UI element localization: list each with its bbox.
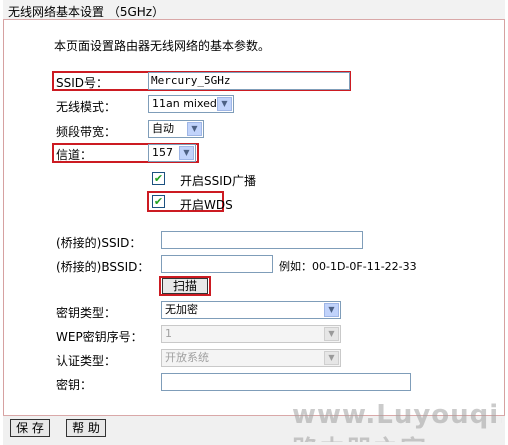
auth-type-select[interactable]: 开放系统 ▼ [161, 349, 341, 367]
chevron-down-icon: ▼ [324, 351, 339, 365]
bandwidth-label: 频段带宽： [56, 125, 117, 139]
bandwidth-value: 自动 [152, 122, 174, 135]
wep-index-select[interactable]: 1 ▼ [161, 325, 341, 343]
wep-index-label: WEP密钥序号： [56, 330, 143, 344]
help-button[interactable]: 帮 助 [66, 419, 106, 437]
bridge-ssid-input[interactable] [161, 231, 363, 249]
wds-label: 开启WDS [180, 198, 233, 212]
channel-label: 信道： [56, 148, 93, 162]
wds-checkbox[interactable]: ✔ [152, 195, 165, 208]
page-title: 无线网络基本设置 （5GHz） [8, 5, 165, 19]
chevron-down-icon: ▼ [217, 97, 232, 111]
bridge-bssid-input[interactable] [161, 255, 273, 273]
ssid-broadcast-label: 开启SSID广播 [180, 174, 257, 188]
title-bar: 无线网络基本设置 （5GHz） [3, 0, 505, 20]
key-input[interactable] [161, 373, 411, 391]
key-label: 密钥： [56, 378, 93, 392]
scan-button[interactable]: 扫描 [162, 278, 208, 294]
mode-select[interactable]: 11an mixed ▼ [148, 95, 234, 113]
channel-select[interactable]: 157 ▼ [148, 144, 196, 162]
bridge-bssid-label: (桥接的)BSSID： [56, 260, 150, 274]
chevron-down-icon: ▼ [179, 146, 194, 160]
ssid-broadcast-checkbox[interactable]: ✔ [152, 172, 165, 185]
auth-type-label: 认证类型： [56, 354, 117, 368]
bssid-example: 例如：00-1D-0F-11-22-33 [279, 260, 417, 273]
bandwidth-select[interactable]: 自动 ▼ [148, 120, 204, 138]
bridge-ssid-label: (桥接的)SSID： [56, 236, 142, 250]
intro-text: 本页面设置路由器无线网络的基本参数。 [54, 39, 271, 53]
chevron-down-icon: ▼ [324, 327, 339, 341]
channel-value: 157 [152, 146, 173, 159]
key-type-label: 密钥类型： [56, 306, 117, 320]
mode-label: 无线模式： [56, 100, 117, 114]
key-type-select[interactable]: 无加密 ▼ [161, 301, 341, 319]
chevron-down-icon: ▼ [324, 303, 339, 317]
auth-type-value: 开放系统 [165, 351, 209, 364]
wep-index-value: 1 [165, 327, 172, 340]
mode-value: 11an mixed [152, 97, 217, 110]
ssid-label: SSID号： [56, 76, 109, 90]
key-type-value: 无加密 [165, 303, 198, 316]
save-button[interactable]: 保 存 [10, 419, 50, 437]
chevron-down-icon: ▼ [187, 122, 202, 136]
ssid-input[interactable]: Mercury_5GHz [148, 72, 350, 90]
